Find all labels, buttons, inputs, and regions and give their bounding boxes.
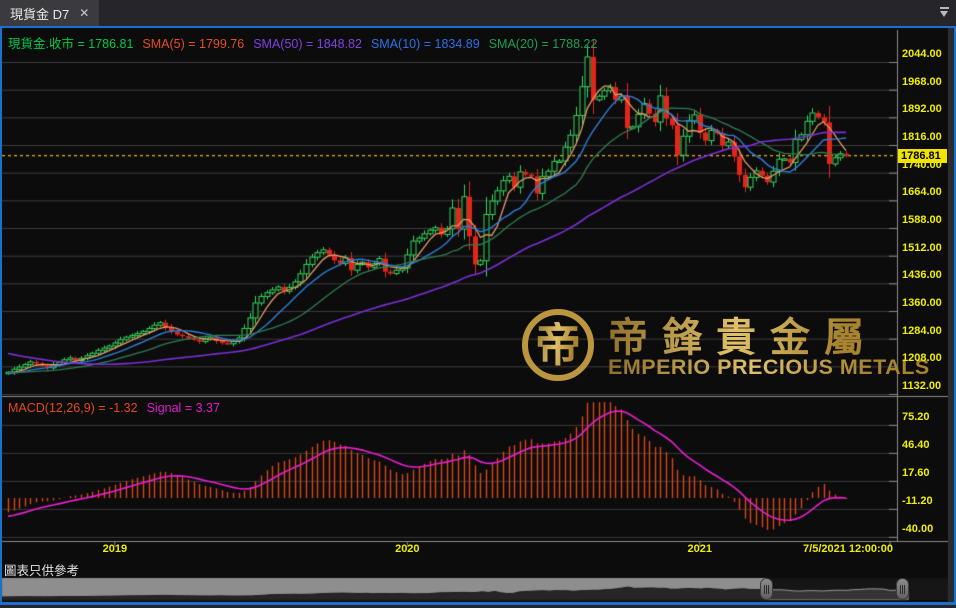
- macd-tick-label: -11.20: [902, 495, 933, 507]
- price-tick-label: 1664.00: [902, 186, 942, 198]
- tab-spot-gold-d7[interactable]: 現貨金 D7 ✕: [0, 0, 99, 26]
- macd-value-1: Signal = 3.37: [147, 401, 220, 415]
- price-tick-label: 1208.00: [902, 352, 942, 364]
- macd-tick-label: -40.00: [902, 523, 933, 535]
- price-tick-label: 1816.00: [902, 131, 942, 143]
- price-tick-label: 1588.00: [902, 214, 942, 226]
- macd-value-0: MACD(12,26,9) = -1.32: [8, 401, 138, 415]
- price-tick-label: 1132.00: [902, 380, 941, 392]
- macd-indicator-header: MACD(12,26,9) = -1.32 Signal = 3.37: [8, 401, 229, 415]
- last-price-badge: 1786.81: [898, 149, 947, 163]
- tab-bar: 現貨金 D7 ✕: [0, 0, 956, 26]
- tab-close-icon[interactable]: ✕: [79, 7, 89, 19]
- price-tick-label: 1360.00: [902, 297, 942, 309]
- right-scrollbar-strip[interactable]: [948, 28, 954, 602]
- overview-range-handle-right[interactable]: [896, 578, 909, 600]
- time-tick-label: 2021: [688, 543, 712, 555]
- time-tick-label: 2020: [395, 543, 419, 555]
- indicator-value-4: SMA(20) = 1788.22: [489, 37, 598, 51]
- indicator-value-0: 現貨金.收市 = 1786.81: [8, 37, 133, 51]
- macd-tick-label: 46.40: [902, 439, 930, 451]
- indicator-value-3: SMA(10) = 1834.89: [371, 37, 480, 51]
- price-tick-label: 1284.00: [902, 325, 942, 337]
- time-tick-label: 7/5/2021 12:00:00: [803, 543, 893, 555]
- watermark: 帝 帝鋒貴金屬 EMPERIO PRECIOUS METALS: [516, 303, 896, 389]
- main-indicator-header: 現貨金.收市 = 1786.81 SMA(5) = 1799.76 SMA(50) …: [8, 33, 606, 52]
- macd-tick-label: 17.60: [902, 467, 930, 479]
- emperio-logo-icon: 帝: [522, 309, 594, 381]
- overview-range-handle-left[interactable]: [760, 578, 773, 600]
- tab-list-dropdown-icon[interactable]: [938, 7, 950, 19]
- price-tick-label: 1892.00: [902, 103, 942, 115]
- macd-tick-label: 75.20: [902, 411, 930, 423]
- price-tick-label: 2044.00: [902, 48, 942, 60]
- time-tick-label: 2019: [103, 543, 127, 555]
- watermark-english-name: EMPERIO PRECIOUS METALS: [608, 355, 930, 380]
- price-tick-label: 1968.00: [902, 76, 942, 88]
- indicator-value-2: SMA(50) = 1848.82: [253, 37, 362, 51]
- trading-app-window: 現貨金 D7 ✕ 現貨金.收市 = 1786.81 SMA(5) = 1799.7…: [0, 0, 956, 608]
- tab-label: 現貨金 D7: [10, 4, 69, 23]
- indicator-value-1: SMA(5) = 1799.76: [142, 37, 244, 51]
- price-tick-label: 1512.00: [902, 242, 942, 254]
- disclaimer-text: 圖表只供參考: [4, 560, 79, 579]
- price-tick-label: 1436.00: [902, 269, 942, 281]
